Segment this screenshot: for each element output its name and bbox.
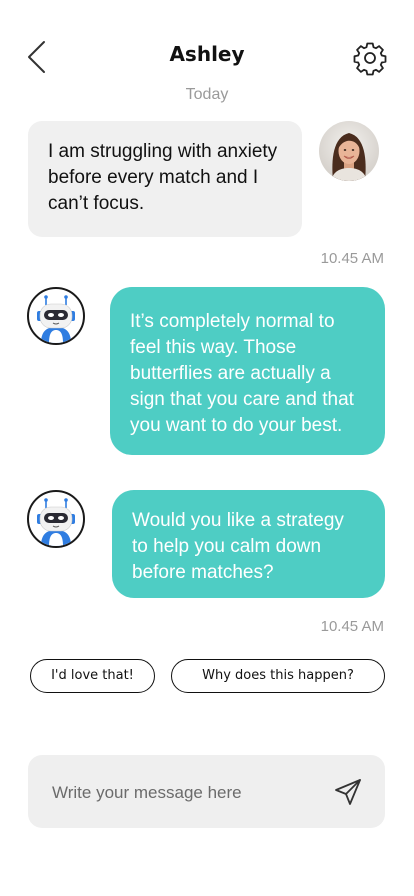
message-input[interactable]: [50, 755, 334, 830]
date-separator: Today: [185, 86, 229, 103]
robot-avatar: [27, 490, 85, 548]
quick-reply-love-that[interactable]: I'd love that!: [30, 659, 155, 693]
send-button[interactable]: [333, 777, 363, 807]
user-photo-avatar: [319, 121, 379, 181]
user-message-bubble: I am struggling with anxiety before ever…: [28, 121, 302, 237]
robot-avatar: [27, 287, 85, 345]
settings-button[interactable]: [352, 40, 388, 76]
bot-message-bubble: It’s completely normal to feel this way.…: [110, 287, 385, 455]
quick-reply-why-happen[interactable]: Why does this happen?: [171, 659, 385, 693]
message-timestamp: 10.45 AM: [320, 618, 384, 635]
message-timestamp: 10.45 AM: [320, 250, 384, 267]
send-icon: [335, 779, 361, 805]
message-composer: [28, 755, 385, 830]
gear-icon: [353, 42, 387, 76]
bot-message-bubble: Would you like a strategy to help you ca…: [112, 490, 385, 598]
